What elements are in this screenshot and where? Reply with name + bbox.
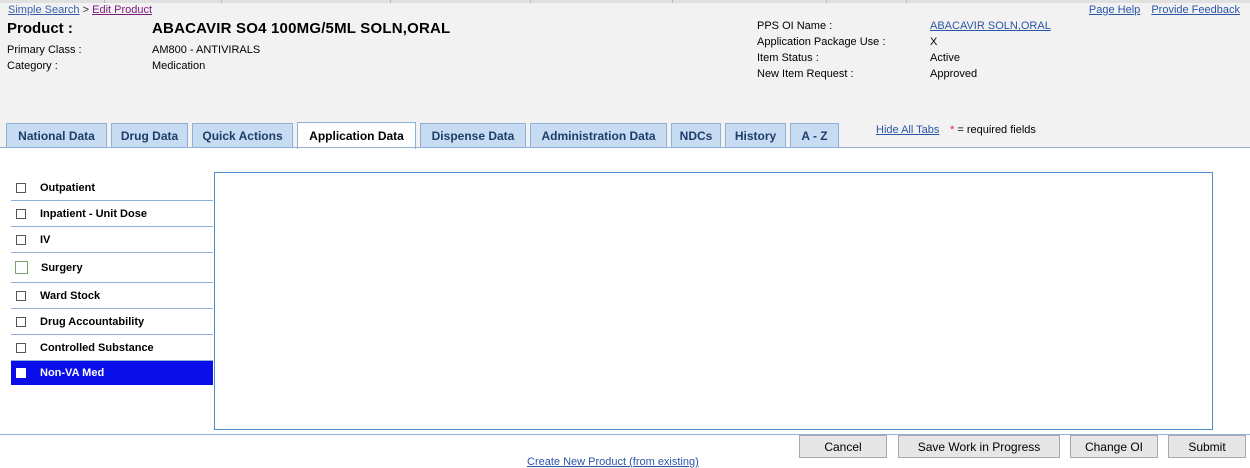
cancel-button[interactable]: Cancel bbox=[799, 435, 887, 458]
pps-oi-name-label: PPS OI Name : bbox=[757, 20, 833, 32]
non-va-med-checkbox[interactable] bbox=[16, 367, 26, 378]
sidebar-item-label: IV bbox=[40, 233, 51, 246]
tab-administration-data[interactable]: Administration Data bbox=[530, 123, 667, 147]
pps-oi-name-link[interactable]: ABACAVIR SOLN,ORAL bbox=[930, 20, 1051, 32]
new-item-request-label: New Item Request : bbox=[757, 68, 854, 80]
tab-ndcs[interactable]: NDCs bbox=[671, 123, 721, 147]
sidebar-item-surgery[interactable]: Surgery bbox=[11, 253, 213, 283]
required-fields-text: = required fields bbox=[954, 124, 1036, 136]
sidebar-item-ward-stock[interactable]: Ward Stock bbox=[11, 283, 213, 309]
tab-drug-data[interactable]: Drug Data bbox=[111, 123, 188, 147]
hide-all-tabs-link[interactable]: Hide All Tabs bbox=[876, 124, 939, 136]
create-new-product-link[interactable]: Create New Product (from existing) bbox=[527, 456, 699, 468]
page-header: Simple Search > Edit Product Page Help P… bbox=[0, 0, 1250, 149]
primary-class-value: AM800 - ANTIVIRALS bbox=[152, 44, 261, 56]
top-links: Page Help Provide Feedback bbox=[1081, 4, 1240, 16]
submit-button[interactable]: Submit bbox=[1168, 435, 1246, 458]
footer-divider bbox=[0, 434, 1250, 435]
breadcrumb-edit-product[interactable]: Edit Product bbox=[92, 4, 152, 16]
category-value: Medication bbox=[152, 60, 206, 72]
tab-application-data[interactable]: Application Data bbox=[297, 122, 416, 149]
tab-quick-actions[interactable]: Quick Actions bbox=[192, 123, 293, 147]
sidebar-item-outpatient[interactable]: Outpatient bbox=[11, 175, 213, 201]
tab-history[interactable]: History bbox=[725, 123, 786, 147]
provide-feedback-link[interactable]: Provide Feedback bbox=[1151, 4, 1240, 16]
application-detail-panel bbox=[214, 172, 1213, 430]
breadcrumb-separator: > bbox=[82, 4, 90, 16]
change-oi-button[interactable]: Change OI bbox=[1070, 435, 1158, 458]
sidebar-item-label: Non-VA Med bbox=[40, 366, 105, 379]
tab-underline bbox=[0, 147, 1250, 148]
sidebar-item-label: Drug Accountability bbox=[40, 315, 145, 328]
application-package-use-label: Application Package Use : bbox=[757, 36, 886, 48]
breadcrumb: Simple Search > Edit Product bbox=[8, 4, 152, 16]
sidebar-item-iv[interactable]: IV bbox=[11, 227, 213, 253]
new-item-request-value: Approved bbox=[930, 68, 978, 80]
tab-national-data[interactable]: National Data bbox=[6, 123, 107, 147]
tab-a-z[interactable]: A - Z bbox=[790, 123, 839, 147]
page-help-link[interactable]: Page Help bbox=[1089, 4, 1140, 16]
item-status-value: Active bbox=[930, 52, 960, 64]
sidebar-item-label: Ward Stock bbox=[40, 289, 101, 302]
surgery-checkbox[interactable] bbox=[15, 261, 28, 274]
inpatient-unit-dose-checkbox[interactable] bbox=[16, 208, 26, 219]
top-divider bbox=[0, 0, 1250, 3]
sidebar-item-label: Outpatient bbox=[40, 181, 95, 194]
controlled-substance-checkbox[interactable] bbox=[16, 342, 26, 353]
product-label: Product : bbox=[7, 20, 73, 37]
product-name: ABACAVIR SO4 100MG/5ML SOLN,ORAL bbox=[152, 20, 451, 37]
required-fields-note: * = required fields bbox=[950, 124, 1036, 136]
drug-accountability-checkbox[interactable] bbox=[16, 316, 26, 327]
outpatient-checkbox[interactable] bbox=[16, 182, 26, 193]
sidebar-item-label: Surgery bbox=[41, 261, 83, 274]
ward-stock-checkbox[interactable] bbox=[16, 290, 26, 301]
item-status-label: Item Status : bbox=[757, 52, 819, 64]
sidebar-item-label: Inpatient - Unit Dose bbox=[40, 207, 147, 220]
save-work-in-progress-button[interactable]: Save Work in Progress bbox=[898, 435, 1060, 458]
application-sidebar: Outpatient Inpatient - Unit Dose IV Surg… bbox=[11, 175, 213, 385]
sidebar-item-non-va-med[interactable]: Non-VA Med bbox=[11, 361, 213, 385]
category-label: Category : bbox=[7, 60, 58, 72]
sidebar-item-drug-accountability[interactable]: Drug Accountability bbox=[11, 309, 213, 335]
application-package-use-value: X bbox=[930, 36, 938, 48]
iv-checkbox[interactable] bbox=[16, 234, 26, 245]
tab-dispense-data[interactable]: Dispense Data bbox=[420, 123, 526, 147]
sidebar-item-label: Controlled Substance bbox=[40, 341, 154, 354]
sidebar-item-controlled-substance[interactable]: Controlled Substance bbox=[11, 335, 213, 361]
breadcrumb-simple-search[interactable]: Simple Search bbox=[8, 4, 80, 16]
sidebar-item-inpatient-unit-dose[interactable]: Inpatient - Unit Dose bbox=[11, 201, 213, 227]
primary-class-label: Primary Class : bbox=[7, 44, 82, 56]
